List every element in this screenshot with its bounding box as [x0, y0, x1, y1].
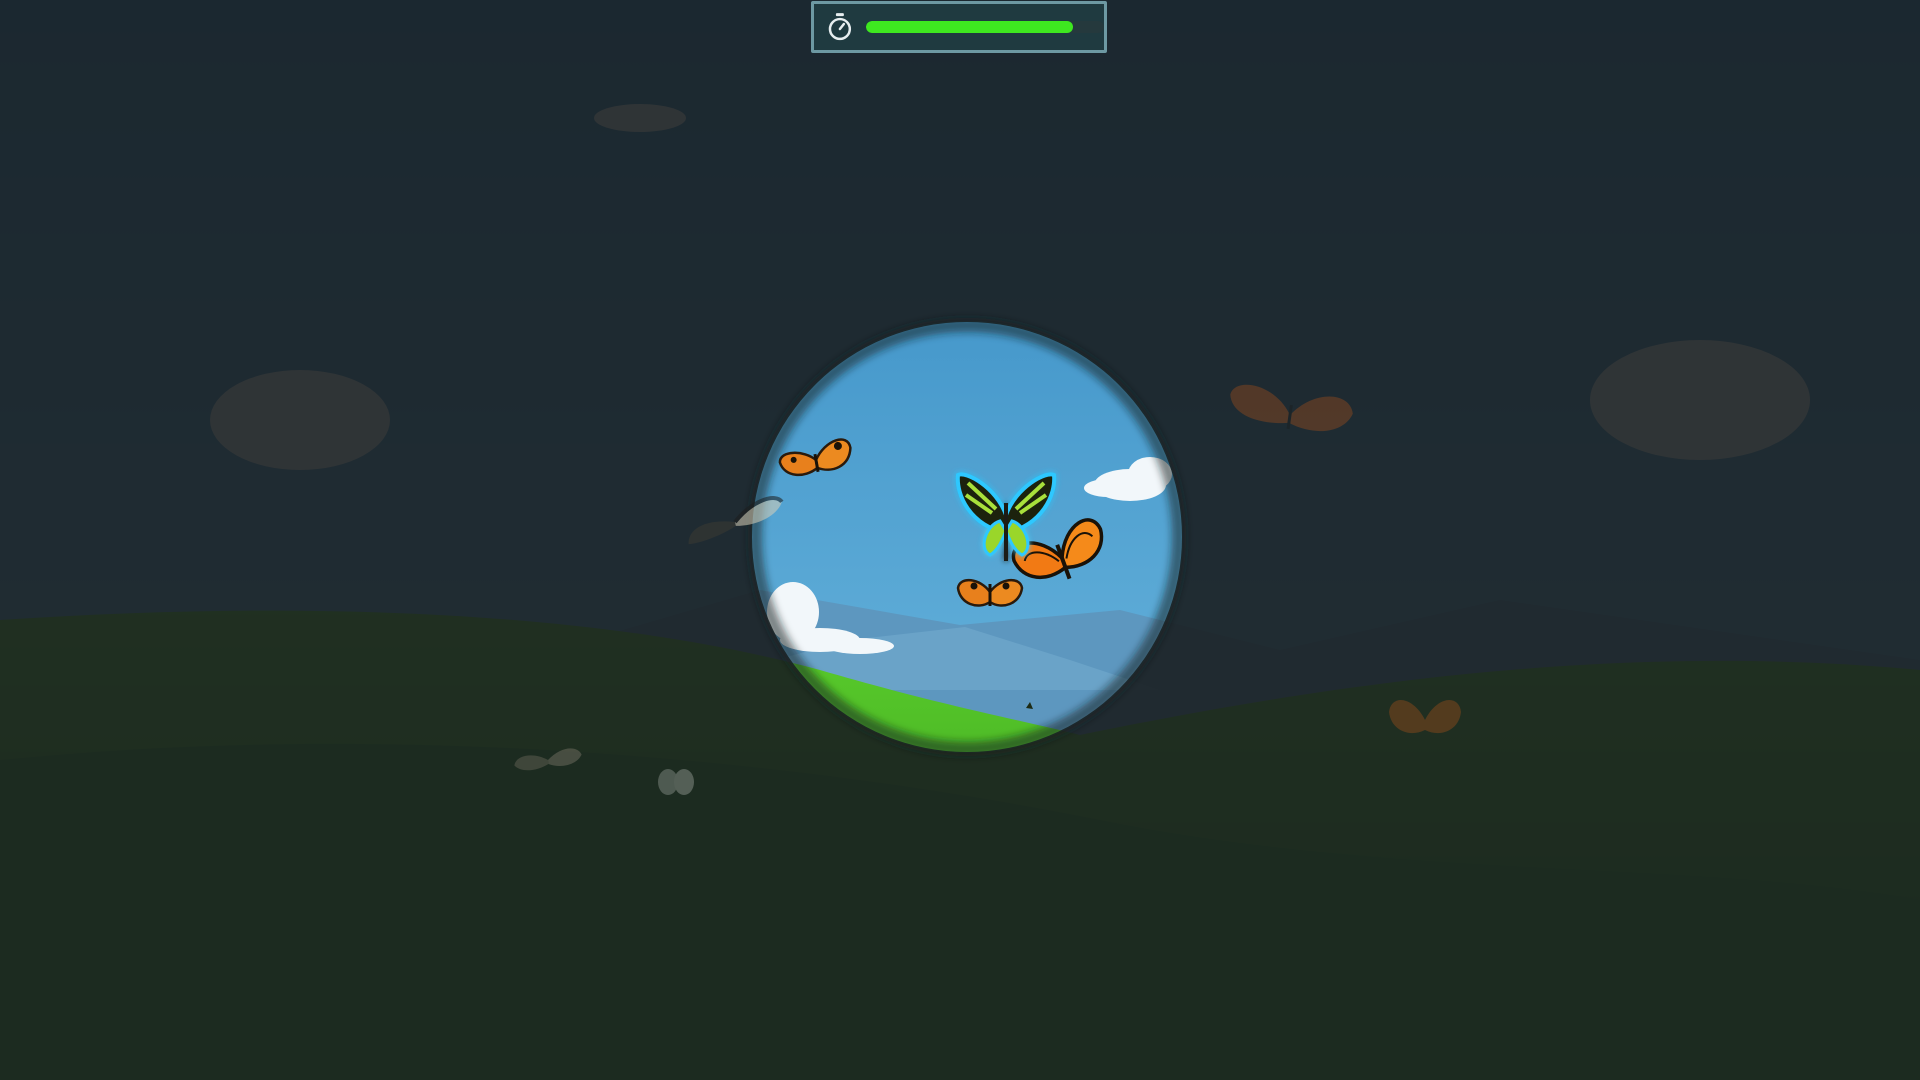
butterfly-painted-lady-2[interactable] — [956, 579, 1024, 607]
timer-bar-fill — [865, 21, 1074, 33]
timer-bar — [865, 21, 1104, 33]
stopwatch-icon — [828, 13, 852, 41]
timer-panel — [811, 1, 1107, 53]
dark-overlay — [0, 0, 1920, 1080]
game-scene[interactable] — [0, 0, 1920, 1080]
